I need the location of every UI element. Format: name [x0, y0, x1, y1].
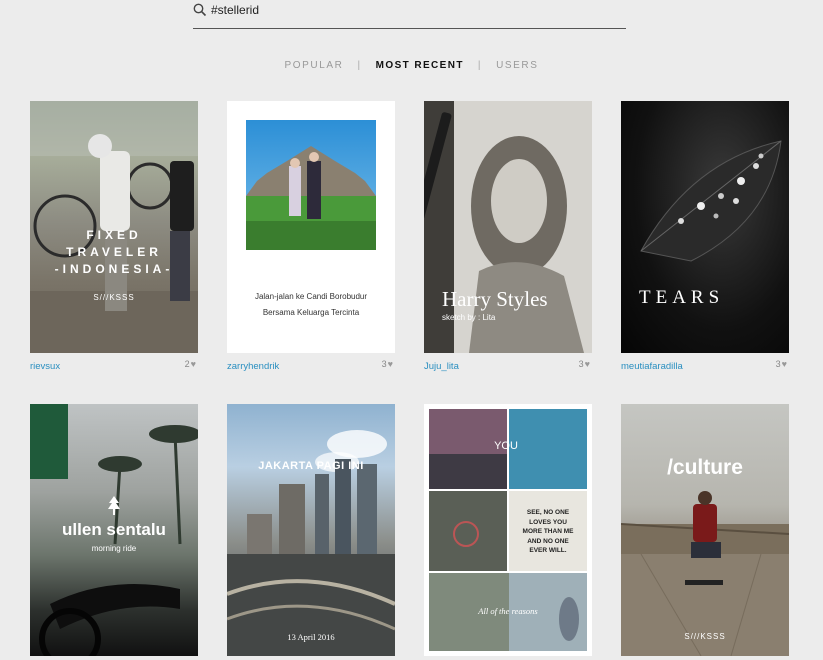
- post-image[interactable]: FIXED TRAVELER -INDONESIA- S///KSSS: [30, 101, 198, 353]
- post-card: TEARS meutiafaradilla 3♥: [621, 101, 789, 373]
- caption-title: JAKARTA PAGI INI: [258, 460, 364, 472]
- caption-sub: morning ride: [91, 544, 137, 553]
- caption-sub: S///KSSS: [93, 293, 135, 302]
- username-link[interactable]: zarryhendrik: [227, 361, 279, 372]
- heart-icon: ♥: [387, 359, 393, 369]
- search-bar[interactable]: #stellerid: [193, 0, 626, 29]
- tab-separator: |: [477, 60, 483, 71]
- post-card: FIXED TRAVELER -INDONESIA- S///KSSS riev…: [30, 101, 198, 373]
- post-image[interactable]: YOU SEE, NO ONE LOVES YOU MORE THAN ME A…: [424, 404, 592, 656]
- post-card: /culture S///KSSS: [621, 404, 789, 656]
- heart-icon: ♥: [190, 359, 196, 369]
- caption-sub: All of the reasons: [478, 606, 538, 616]
- post-image[interactable]: JAKARTA PAGI INI 13 April 2016: [227, 404, 395, 656]
- quote-line: AND NO ONE: [527, 537, 569, 545]
- username-link[interactable]: Juju_lita: [424, 361, 459, 372]
- post-image[interactable]: ullen sentalu morning ride: [30, 404, 198, 656]
- post-image[interactable]: Jalan-jalan ke Candi Borobudur Bersama K…: [227, 101, 395, 353]
- caption-line: TRAVELER: [66, 245, 162, 259]
- like-count[interactable]: 3♥: [776, 359, 787, 369]
- tab-most-recent[interactable]: MOST RECENT: [376, 60, 464, 71]
- post-image[interactable]: Harry Styles sketch by : Lita: [424, 101, 592, 353]
- tab-users[interactable]: USERS: [496, 60, 538, 71]
- caption-title: Harry Styles: [442, 287, 548, 311]
- collage-word: YOU: [494, 440, 518, 452]
- tab-separator: |: [357, 60, 362, 71]
- caption-sub: 13 April 2016: [287, 632, 335, 642]
- caption-line: Jalan-jalan ke Candi Borobudur: [254, 292, 368, 301]
- quote-line: EVER WILL.: [529, 547, 567, 554]
- quote-line: MORE THAN ME: [522, 528, 574, 535]
- tab-popular[interactable]: POPULAR: [284, 60, 343, 71]
- caption-line: FIXED: [86, 228, 142, 242]
- heart-icon: ♥: [781, 359, 787, 369]
- photo-skateboarder: [621, 491, 789, 656]
- like-count[interactable]: 3♥: [382, 359, 393, 369]
- post-card: Jalan-jalan ke Candi Borobudur Bersama K…: [227, 101, 395, 373]
- post-card: ullen sentalu morning ride: [30, 404, 198, 656]
- caption-title: ullen sentalu: [62, 520, 166, 539]
- filter-tabs: POPULAR | MOST RECENT | USERS: [0, 60, 823, 71]
- caption-sub: S///KSSS: [684, 632, 726, 641]
- photo-jakarta-skyline: [227, 430, 395, 656]
- search-input[interactable]: #stellerid: [211, 3, 259, 17]
- post-card: JAKARTA PAGI INI 13 April 2016: [227, 404, 395, 656]
- username-link[interactable]: meutiafaradilla: [621, 361, 683, 372]
- caption-line: -INDONESIA-: [54, 262, 174, 276]
- quote-line: SEE, NO ONE: [526, 509, 570, 516]
- post-card: YOU SEE, NO ONE LOVES YOU MORE THAN ME A…: [424, 404, 592, 656]
- username-link[interactable]: rievsux: [30, 361, 60, 372]
- quote-line: LOVES YOU: [529, 518, 567, 526]
- post-image[interactable]: TEARS: [621, 101, 789, 353]
- photo-leaf: [640, 140, 782, 262]
- tree-icon: [108, 496, 120, 515]
- caption-line: Bersama Keluarga Tercinta: [262, 308, 360, 317]
- heart-icon: ♥: [584, 359, 590, 369]
- post-image[interactable]: /culture S///KSSS: [621, 404, 789, 656]
- search-icon: [193, 3, 207, 17]
- caption-title: /culture: [667, 456, 743, 479]
- caption-sub: sketch by : Lita: [442, 313, 496, 322]
- caption-title: TEARS: [639, 287, 725, 308]
- post-card: Harry Styles sketch by : Lita Juju_lita …: [424, 101, 592, 373]
- like-count[interactable]: 3♥: [579, 359, 590, 369]
- like-count[interactable]: 2♥: [185, 359, 196, 369]
